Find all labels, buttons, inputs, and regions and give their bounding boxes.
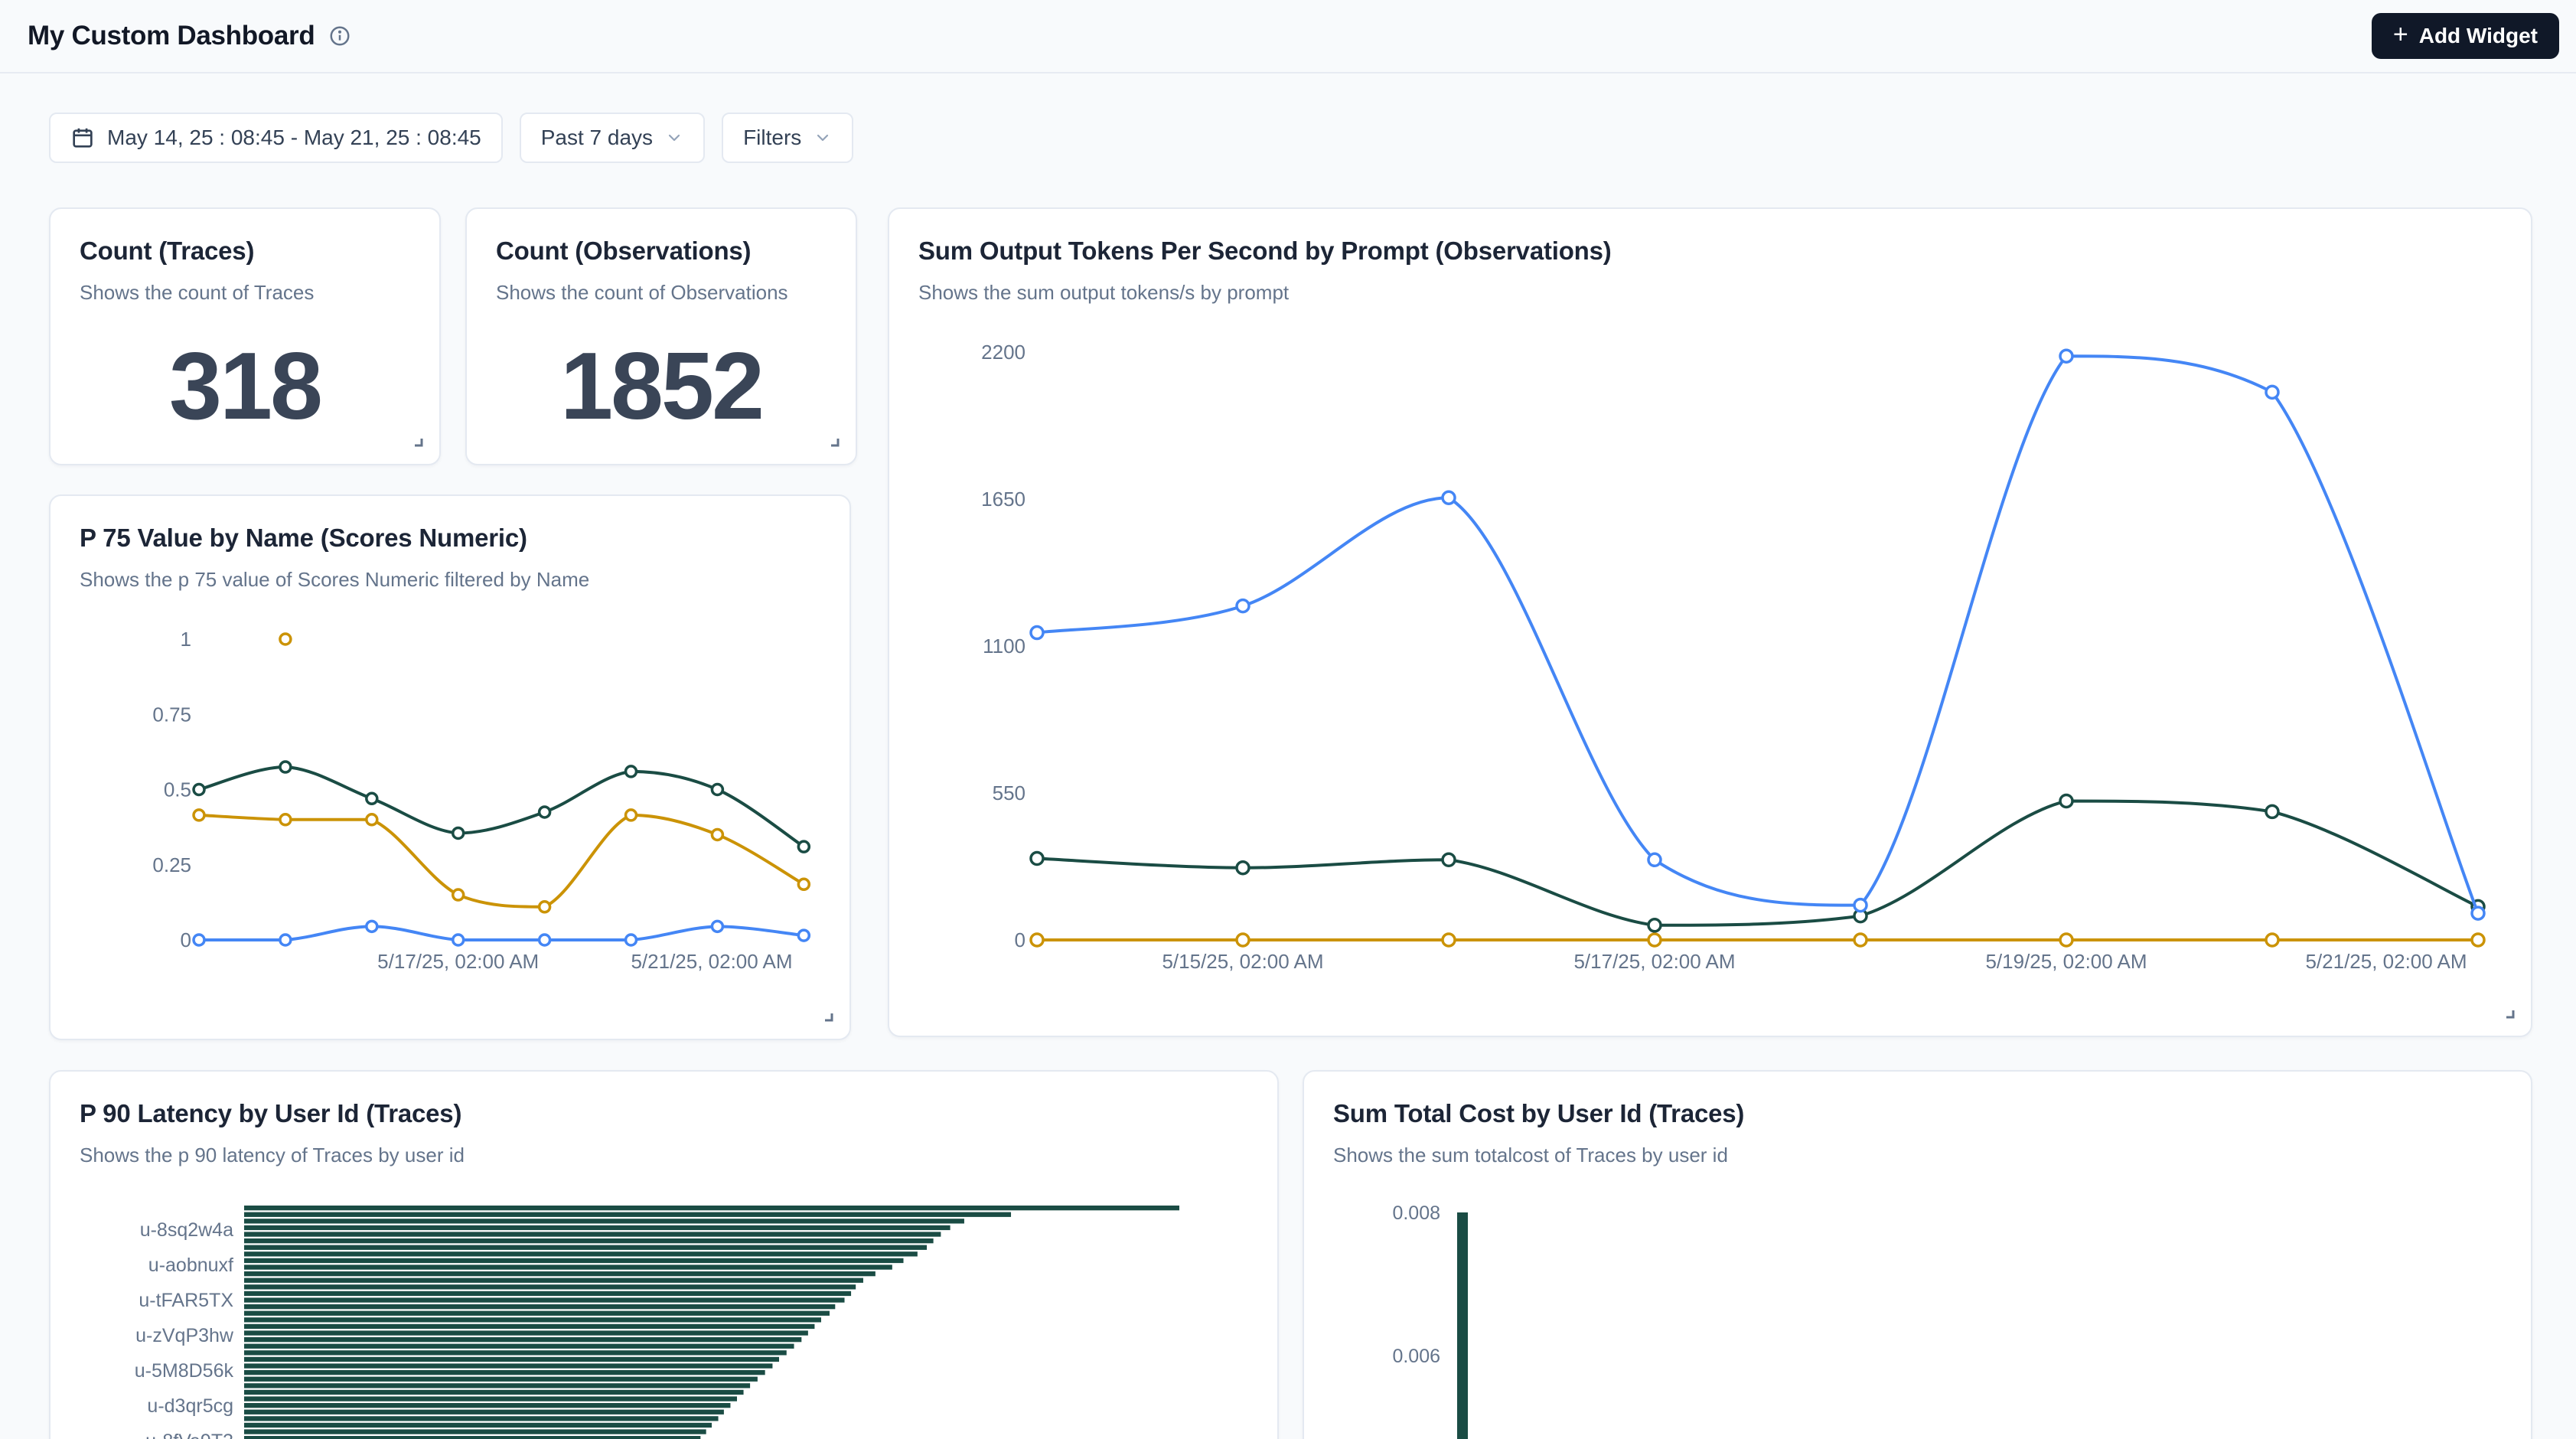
add-widget-button[interactable]: + Add Widget: [2372, 13, 2559, 59]
svg-text:0.008: 0.008: [1392, 1202, 1440, 1224]
svg-text:u-aobnuxf: u-aobnuxf: [148, 1255, 233, 1276]
resize-handle-icon[interactable]: [409, 432, 427, 455]
widget-subtitle: Shows the p 75 value of Scores Numeric f…: [80, 568, 820, 592]
tokens-line-chart[interactable]: 0 550 1100 1650 2200 5/15/25, 02:00 AM 5/17/25…: [889, 209, 2532, 1037]
date-preset-label: Past 7 days: [541, 126, 653, 150]
svg-text:5/21/25, 02:00 AM: 5/21/25, 02:00 AM: [631, 950, 792, 973]
date-preset-dropdown[interactable]: Past 7 days: [520, 113, 705, 163]
count-observations-value: 1852: [560, 332, 762, 441]
svg-text:1: 1: [181, 628, 191, 651]
widget-total-cost: Sum Total Cost by User Id (Traces) Shows…: [1303, 1070, 2532, 1439]
resize-handle-icon[interactable]: [825, 432, 843, 455]
widget-tokens-per-second: Sum Output Tokens Per Second by Prompt (…: [888, 207, 2532, 1037]
svg-text:u-8sq2w4a: u-8sq2w4a: [140, 1219, 233, 1241]
svg-text:u-8fVa9T3: u-8fVa9T3: [145, 1431, 233, 1439]
filters-label: Filters: [743, 126, 801, 150]
page-title: My Custom Dashboard: [28, 21, 315, 51]
svg-text:0.5: 0.5: [164, 778, 191, 801]
count-traces-value: 318: [169, 332, 321, 441]
svg-text:u-zVqP3hw: u-zVqP3hw: [135, 1325, 234, 1346]
widget-subtitle: Shows the sum output tokens/s by prompt: [918, 281, 2502, 305]
chevron-down-icon: [665, 129, 683, 147]
svg-text:1100: 1100: [983, 635, 1026, 658]
svg-text:5/15/25, 02:00 AM: 5/15/25, 02:00 AM: [1162, 950, 1323, 973]
widget-subtitle: Shows the p 90 latency of Traces by user…: [80, 1144, 1248, 1167]
date-range-picker[interactable]: May 14, 25 : 08:45 - May 21, 25 : 08:45: [49, 113, 503, 163]
svg-text:0.75: 0.75: [152, 703, 191, 726]
info-icon[interactable]: [328, 24, 351, 47]
svg-text:550: 550: [993, 781, 1026, 804]
resize-handle-icon[interactable]: [2500, 1004, 2519, 1026]
svg-text:u-tFAR5TX: u-tFAR5TX: [139, 1290, 233, 1311]
widget-title: Count (Traces): [80, 237, 410, 266]
svg-text:u-5M8D56k: u-5M8D56k: [135, 1360, 234, 1382]
svg-text:0: 0: [1015, 928, 1026, 951]
widget-title: P 90 Latency by User Id (Traces): [80, 1099, 1248, 1128]
filter-bar: May 14, 25 : 08:45 - May 21, 25 : 08:45 …: [49, 113, 853, 163]
svg-text:5/21/25, 02:00 AM: 5/21/25, 02:00 AM: [2305, 950, 2467, 973]
svg-text:5/19/25, 02:00 AM: 5/19/25, 02:00 AM: [1985, 950, 2147, 973]
date-range-label: May 14, 25 : 08:45 - May 21, 25 : 08:45: [107, 126, 481, 150]
top-bar: My Custom Dashboard + Add Widget: [0, 0, 2576, 73]
svg-text:5/17/25, 02:00 AM: 5/17/25, 02:00 AM: [377, 950, 539, 973]
plus-icon: +: [2393, 21, 2408, 47]
calendar-icon: [70, 126, 95, 150]
widget-title: Sum Total Cost by User Id (Traces): [1333, 1099, 2502, 1128]
widget-count-traces: Count (Traces) Shows the count of Traces…: [49, 207, 441, 465]
svg-text:2200: 2200: [981, 341, 1026, 364]
widget-p75-scores: P 75 Value by Name (Scores Numeric) Show…: [49, 494, 851, 1040]
widget-title: P 75 Value by Name (Scores Numeric): [80, 524, 820, 553]
chevron-down-icon: [814, 129, 832, 147]
widget-title: Count (Observations): [496, 237, 827, 266]
svg-text:0: 0: [181, 928, 191, 951]
resize-handle-icon[interactable]: [819, 1007, 837, 1029]
svg-text:0.006: 0.006: [1392, 1346, 1440, 1367]
svg-text:0.25: 0.25: [152, 853, 191, 876]
widget-p90-latency: P 90 Latency by User Id (Traces) Shows t…: [49, 1070, 1279, 1439]
widget-subtitle: Shows the count of Traces: [80, 281, 410, 305]
svg-text:1650: 1650: [981, 488, 1026, 511]
filters-dropdown[interactable]: Filters: [722, 113, 853, 163]
widget-count-observations: Count (Observations) Shows the count of …: [465, 207, 857, 465]
widget-subtitle: Shows the sum totalcost of Traces by use…: [1333, 1144, 2502, 1167]
svg-text:5/17/25, 02:00 AM: 5/17/25, 02:00 AM: [1573, 950, 1735, 973]
widget-title: Sum Output Tokens Per Second by Prompt (…: [918, 237, 2502, 266]
widget-subtitle: Shows the count of Observations: [496, 281, 827, 305]
svg-text:u-d3qr5cg: u-d3qr5cg: [147, 1395, 233, 1417]
add-widget-label: Add Widget: [2419, 24, 2538, 48]
